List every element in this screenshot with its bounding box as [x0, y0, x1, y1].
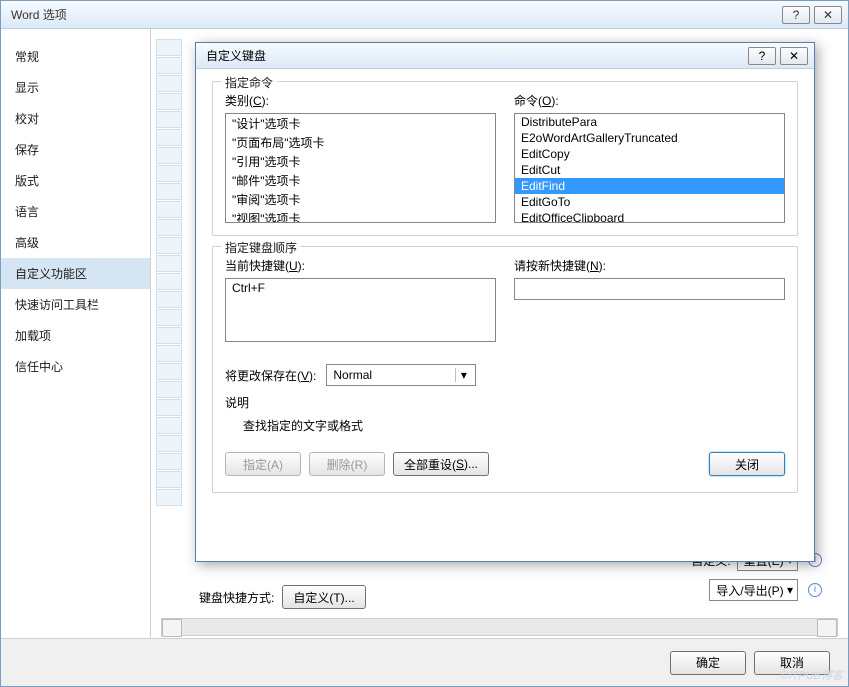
- sidebar-item-display[interactable]: 显示: [1, 72, 150, 103]
- new-key-label: 请按新快捷键(N):: [514, 257, 785, 274]
- keyboard-shortcuts-label: 键盘快捷方式:: [199, 589, 274, 606]
- current-keys-label: 当前快捷键(U):: [225, 257, 496, 274]
- category-item[interactable]: "页面布局"选项卡: [226, 133, 495, 152]
- command-item[interactable]: EditCut: [515, 162, 784, 178]
- sidebar-item-layout[interactable]: 版式: [1, 165, 150, 196]
- inner-title: 自定义键盘: [202, 47, 744, 64]
- assign-button[interactable]: 指定(A): [225, 452, 301, 476]
- save-in-value: Normal: [333, 368, 372, 382]
- sidebar-item-proofing[interactable]: 校对: [1, 103, 150, 134]
- outer-footer: 确定 取消: [1, 638, 848, 686]
- sidebar-item-save[interactable]: 保存: [1, 134, 150, 165]
- close-button[interactable]: ✕: [814, 6, 842, 24]
- sidebar-item-language[interactable]: 语言: [1, 196, 150, 227]
- specify-command-group: 指定命令 类别(C): "设计"选项卡 "页面布局"选项卡 "引用"选项卡 "邮…: [212, 81, 798, 236]
- sidebar-item-general[interactable]: 常规: [1, 41, 150, 72]
- outer-titlebar: Word 选项 ? ✕: [1, 1, 848, 29]
- sidebar-item-customize-ribbon[interactable]: 自定义功能区: [1, 258, 150, 289]
- sidebar-item-trust-center[interactable]: 信任中心: [1, 351, 150, 382]
- current-keys-listbox[interactable]: Ctrl+F: [225, 278, 496, 342]
- import-export-combo[interactable]: 导入/导出(P) ▾: [709, 579, 798, 601]
- sidebar-item-addins[interactable]: 加载项: [1, 320, 150, 351]
- group2-legend: 指定键盘顺序: [221, 239, 301, 256]
- help-button[interactable]: ?: [782, 6, 810, 24]
- horizontal-scrollbar[interactable]: [161, 618, 838, 636]
- group1-legend: 指定命令: [221, 74, 277, 91]
- close-dialog-button[interactable]: 关闭: [709, 452, 785, 476]
- remove-button[interactable]: 删除(R): [309, 452, 385, 476]
- sidebar-item-qat[interactable]: 快速访问工具栏: [1, 289, 150, 320]
- categories-listbox[interactable]: "设计"选项卡 "页面布局"选项卡 "引用"选项卡 "邮件"选项卡 "审阅"选项…: [225, 113, 496, 223]
- command-item-selected[interactable]: EditFind: [515, 178, 784, 194]
- commands-listbox[interactable]: DistributePara E2oWordArtGalleryTruncate…: [514, 113, 785, 223]
- reset-all-button[interactable]: 全部重设(S)...: [393, 452, 489, 476]
- categories-label: 类别(C):: [225, 92, 496, 109]
- customize-keyboard-button[interactable]: 自定义(T)...: [282, 585, 365, 609]
- watermark: ©ITPUB博客: [781, 667, 844, 683]
- options-sidebar: 常规 显示 校对 保存 版式 语言 高级 自定义功能区 快速访问工具栏 加载项 …: [1, 29, 151, 638]
- category-item[interactable]: "设计"选项卡: [226, 114, 495, 133]
- command-icon-strip: [156, 39, 186, 588]
- command-item[interactable]: EditOfficeClipboard: [515, 210, 784, 223]
- command-item[interactable]: DistributePara: [515, 114, 784, 130]
- description-title: 说明: [225, 394, 785, 411]
- chevron-down-icon: ▾: [455, 368, 471, 382]
- command-item[interactable]: EditCopy: [515, 146, 784, 162]
- command-item[interactable]: E2oWordArtGalleryTruncated: [515, 130, 784, 146]
- customize-keyboard-dialog: 自定义键盘 ? ✕ 指定命令 类别(C): "设计"选项卡 "页面布局"选项卡 …: [195, 42, 815, 562]
- category-item[interactable]: "引用"选项卡: [226, 152, 495, 171]
- current-key-item[interactable]: Ctrl+F: [232, 281, 489, 295]
- save-in-label: 将更改保存在(V):: [225, 367, 316, 384]
- commands-label: 命令(O):: [514, 92, 785, 109]
- command-item[interactable]: EditGoTo: [515, 194, 784, 210]
- category-item[interactable]: "邮件"选项卡: [226, 171, 495, 190]
- description-text: 查找指定的文字或格式: [243, 417, 785, 434]
- category-item[interactable]: "审阅"选项卡: [226, 190, 495, 209]
- ok-button[interactable]: 确定: [670, 651, 746, 675]
- inner-close-button[interactable]: ✕: [780, 47, 808, 65]
- category-item[interactable]: "视图"选项卡: [226, 209, 495, 223]
- info-icon-2[interactable]: i: [808, 583, 822, 597]
- specify-keyboard-sequence-group: 指定键盘顺序 当前快捷键(U): Ctrl+F 请按新快捷键(N): 将更改保存…: [212, 246, 798, 493]
- save-in-combo[interactable]: Normal ▾: [326, 364, 476, 386]
- inner-titlebar: 自定义键盘 ? ✕: [196, 43, 814, 69]
- inner-help-button[interactable]: ?: [748, 47, 776, 65]
- sidebar-item-advanced[interactable]: 高级: [1, 227, 150, 258]
- new-shortcut-input[interactable]: [514, 278, 785, 300]
- outer-title: Word 选项: [7, 6, 778, 23]
